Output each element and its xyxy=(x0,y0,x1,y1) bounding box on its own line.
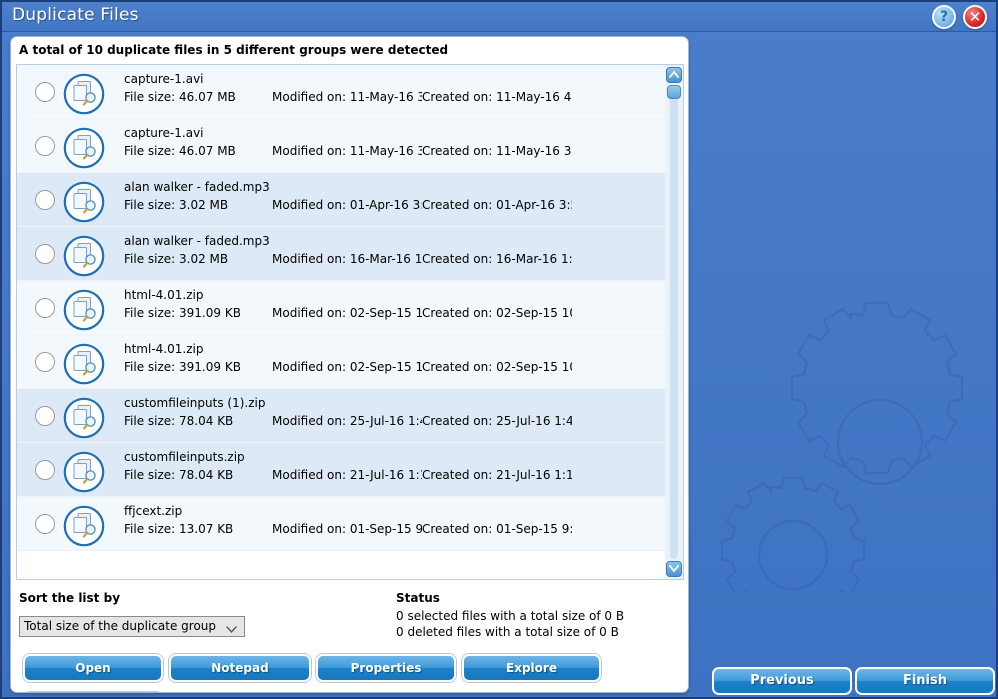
table-row[interactable]: html-4.01.zip File size: 391.09 KB Modifie… xyxy=(17,281,667,335)
duplicate-file-icon xyxy=(63,235,105,277)
file-size: File size: 3.02 MB xyxy=(124,198,229,212)
file-size: File size: 46.07 MB xyxy=(124,144,236,158)
close-glyph: ✕ xyxy=(968,8,982,26)
sort-selected-value: Total size of the duplicate group xyxy=(24,619,217,633)
file-size: File size: 3.02 MB xyxy=(124,252,229,266)
table-row[interactable]: html-4.01.zip File size: 391.09 KB Modifie… xyxy=(17,335,667,389)
help-glyph: ? xyxy=(939,9,949,25)
select-file-radio[interactable] xyxy=(35,406,55,426)
select-file-radio[interactable] xyxy=(35,244,55,264)
file-name: alan walker - faded.mp3 xyxy=(124,234,270,248)
file-modified-date: Modified on: 25-Jul-16 1:40:46 PM xyxy=(272,414,422,428)
file-created-date: Created on: 02-Sep-15 10:21:00 AM xyxy=(422,360,572,374)
table-row[interactable]: ffjcext.zip File size: 13.07 KB Modified o… xyxy=(17,497,667,551)
sort-dropdown[interactable]: Total size of the duplicate group xyxy=(19,616,245,637)
file-name: html-4.01.zip xyxy=(124,342,204,356)
close-icon[interactable]: ✕ xyxy=(963,5,987,29)
file-name: html-4.01.zip xyxy=(124,288,204,302)
file-size: File size: 391.09 KB xyxy=(124,360,241,374)
file-rows-container: capture-1.avi File size: 46.07 MB Modified… xyxy=(17,65,667,551)
finish-button[interactable]: Finish xyxy=(855,667,995,695)
file-name: customfileinputs.zip xyxy=(124,450,245,464)
table-row[interactable]: alan walker - faded.mp3 File size: 3.02 M… xyxy=(17,227,667,281)
file-name: capture-1.avi xyxy=(124,126,204,140)
scrollbar-track[interactable] xyxy=(670,85,678,559)
content-panel: A total of 10 duplicate files in 5 diffe… xyxy=(10,36,689,693)
help-icon[interactable]: ? xyxy=(932,5,956,29)
summary-text: A total of 10 duplicate files in 5 diffe… xyxy=(19,43,449,57)
duplicate-file-icon xyxy=(63,181,105,223)
scrollbar-thumb[interactable] xyxy=(667,85,681,99)
status-deleted-files: 0 deleted files with a total size of 0 B xyxy=(396,625,619,639)
select-file-radio[interactable] xyxy=(35,352,55,372)
file-created-date: Created on: 11-May-16 4:22:54 PM xyxy=(422,90,572,104)
file-created-date: Created on: 01-Sep-15 9:32:48 AM xyxy=(422,522,572,536)
file-modified-date: Modified on: 11-May-16 3:44:04 PM xyxy=(272,90,422,104)
file-modified-date: Modified on: 02-Sep-15 10:21:00 AM xyxy=(272,306,422,320)
select-file-radio[interactable] xyxy=(35,136,55,156)
duplicate-file-icon xyxy=(63,397,105,439)
file-created-date: Created on: 02-Sep-15 10:15:04 AM xyxy=(422,306,572,320)
duplicate-files-window: Duplicate Files ? ✕ A total of 10 duplic… xyxy=(0,0,998,699)
sort-label: Sort the list by xyxy=(19,591,121,605)
title-bar: Duplicate Files ? ✕ xyxy=(2,2,996,32)
window-title: Duplicate Files xyxy=(12,5,139,25)
list-scrollbar[interactable] xyxy=(665,65,683,579)
status-selected-files: 0 selected files with a total size of 0 … xyxy=(396,609,625,623)
properties-button[interactable]: Properties xyxy=(316,654,456,682)
duplicate-file-icon xyxy=(63,505,105,547)
table-row[interactable]: capture-1.avi File size: 46.07 MB Modified… xyxy=(17,65,667,119)
table-row[interactable]: alan walker - faded.mp3 File size: 3.02 M… xyxy=(17,173,667,227)
file-size: File size: 46.07 MB xyxy=(124,90,236,104)
file-created-date: Created on: 11-May-16 3:44:20 PM xyxy=(422,144,572,158)
file-modified-date: Modified on: 16-Mar-16 1:28:54 PM xyxy=(272,252,422,266)
scroll-down-icon[interactable] xyxy=(666,561,682,577)
table-row[interactable]: customfileinputs.zip File size: 78.04 KB M… xyxy=(17,443,667,497)
delete-button[interactable]: Delete xyxy=(23,692,163,693)
gears-watermark xyxy=(720,302,964,592)
scroll-up-icon[interactable] xyxy=(666,67,682,83)
duplicate-file-icon xyxy=(63,289,105,331)
file-size: File size: 391.09 KB xyxy=(124,306,241,320)
file-name: customfileinputs (1).zip xyxy=(124,396,266,410)
file-modified-date: Modified on: 21-Jul-16 1:18:50 PM xyxy=(272,468,422,482)
file-name: capture-1.avi xyxy=(124,72,204,86)
explore-button[interactable]: Explore xyxy=(462,654,601,682)
file-modified-date: Modified on: 02-Sep-15 10:21:00 AM xyxy=(272,360,422,374)
file-modified-date: Modified on: 11-May-16 3:44:04 PM xyxy=(272,144,422,158)
file-size: File size: 13.07 KB xyxy=(124,522,234,536)
duplicate-file-icon xyxy=(63,343,105,385)
select-file-radio[interactable] xyxy=(35,460,55,480)
file-created-date: Created on: 16-Mar-16 1:28:50 PM xyxy=(422,252,572,266)
file-name: alan walker - faded.mp3 xyxy=(124,180,270,194)
open-button[interactable]: Open xyxy=(23,654,163,682)
duplicate-file-icon xyxy=(63,451,105,493)
chevron-down-icon xyxy=(226,621,237,636)
table-row[interactable]: customfileinputs (1).zip File size: 78.04… xyxy=(17,389,667,443)
file-modified-date: Modified on: 01-Sep-15 9:32:48 AM xyxy=(272,522,422,536)
duplicate-file-icon xyxy=(63,73,105,115)
select-file-radio[interactable] xyxy=(35,82,55,102)
notepad-button[interactable]: Notepad xyxy=(169,654,311,682)
select-file-radio[interactable] xyxy=(35,514,55,534)
file-modified-date: Modified on: 01-Apr-16 3:53:12 PM xyxy=(272,198,422,212)
select-file-radio[interactable] xyxy=(35,190,55,210)
status-label: Status xyxy=(396,591,440,605)
file-size: File size: 78.04 KB xyxy=(124,468,234,482)
file-created-date: Created on: 01-Apr-16 3:53:10 PM xyxy=(422,198,572,212)
file-created-date: Created on: 25-Jul-16 1:40:38 PM xyxy=(422,414,572,428)
file-created-date: Created on: 21-Jul-16 1:18:44 PM xyxy=(422,468,572,482)
previous-button[interactable]: Previous xyxy=(712,667,852,695)
file-name: ffjcext.zip xyxy=(124,504,183,518)
duplicate-file-list[interactable]: capture-1.avi File size: 46.07 MB Modified… xyxy=(16,64,684,580)
duplicate-file-icon xyxy=(63,127,105,169)
table-row[interactable]: capture-1.avi File size: 46.07 MB Modified… xyxy=(17,119,667,173)
select-file-radio[interactable] xyxy=(35,298,55,318)
file-size: File size: 78.04 KB xyxy=(124,414,234,428)
